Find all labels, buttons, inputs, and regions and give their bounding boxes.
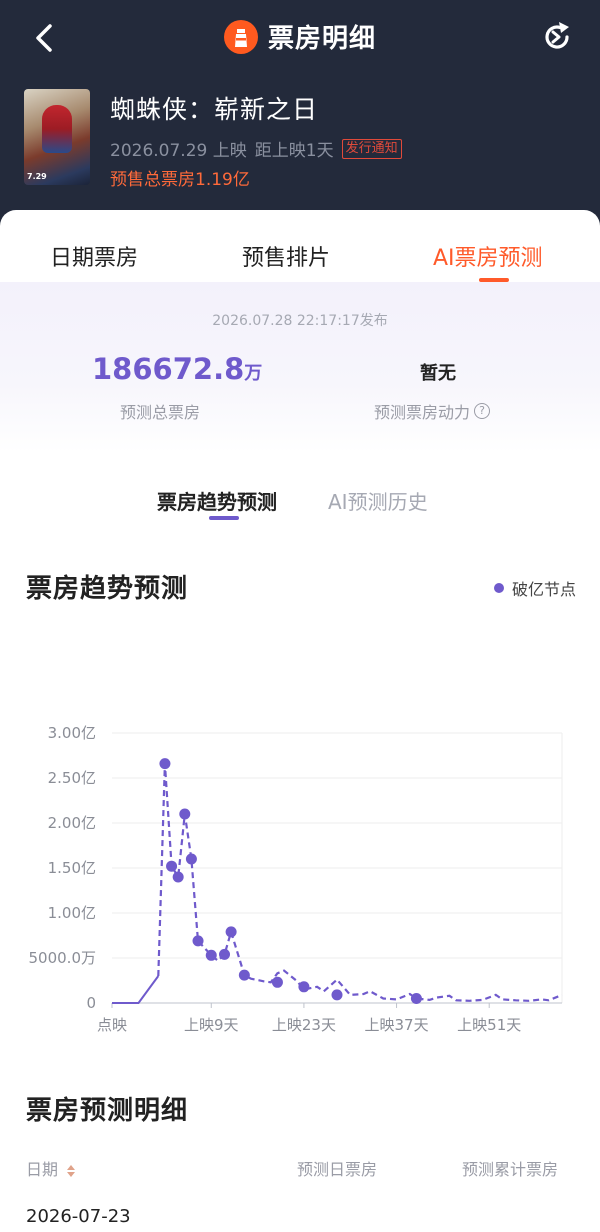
- trend-chart[interactable]: 0 5000.0万 1.00亿 1.50亿 2.00亿 2.50亿 3.00亿点映 上映9天 上…: [0, 705, 600, 1050]
- tab-ai-forecast[interactable]: AI票房预测: [433, 240, 543, 272]
- momentum-value: 暂无: [420, 363, 456, 384]
- sort-icon[interactable]: [67, 1164, 76, 1177]
- poster-figure: [42, 105, 72, 153]
- data-point: [331, 989, 343, 1001]
- data-point: [159, 758, 171, 770]
- release-date: 2026.07.29 上映: [110, 141, 247, 161]
- x-tick-label: 点映: [97, 1016, 127, 1034]
- main-tabs: 日期票房 预售排片 AI票房预测: [0, 210, 600, 282]
- movie-name: 蜘蛛侠：崭新之日: [110, 95, 319, 124]
- y-tick-label: 2.50亿: [48, 769, 96, 787]
- series-line-solid: [112, 975, 160, 1004]
- tab-daily-box-office[interactable]: 日期票房: [50, 240, 138, 272]
- data-point: [271, 976, 283, 988]
- page-title: 票房明细: [267, 24, 376, 54]
- data-point: [192, 935, 204, 947]
- momentum-label-row[interactable]: 预测票房动力 ?: [374, 399, 491, 423]
- y-tick-label: 0: [86, 994, 96, 1012]
- data-point: [172, 871, 184, 883]
- y-tick-label: 1.50亿: [48, 859, 96, 877]
- chart-legend[interactable]: 破亿节点: [493, 576, 576, 600]
- forecast-summary: 2026.07.28 22:17:17发布 186672.8万 预测总票房 暂无…: [0, 282, 600, 452]
- help-icon[interactable]: ?: [474, 403, 491, 419]
- presale-total: 预售总票房1.19亿: [110, 170, 250, 190]
- y-tick-label: 3.00亿: [48, 724, 96, 742]
- sub-tabs: 票房趋势预测 AI预测历史: [0, 482, 600, 522]
- tab-presale-schedule[interactable]: 预售排片: [242, 240, 330, 272]
- table-row-date: 2026-07-23: [26, 1206, 131, 1227]
- col-date-header[interactable]: 日期: [26, 1156, 76, 1180]
- data-point: [185, 853, 197, 865]
- forecast-total-value: 186672.8万: [92, 352, 262, 386]
- refresh-icon[interactable]: [540, 20, 574, 54]
- legend-marker: [493, 583, 504, 593]
- col-daily-header: 预测日票房: [297, 1160, 378, 1179]
- forecast-total-number: 186672.8: [92, 352, 245, 386]
- y-tick-label: 5000.0万: [29, 949, 97, 967]
- series-line-dashed: [157, 763, 563, 1002]
- publish-time: 2026.07.28 22:17:17发布: [212, 313, 388, 329]
- forecast-total-label: 预测总票房: [120, 403, 201, 422]
- top-header: 票房明细 7.29 蜘蛛侠：崭新之日 2026.07.29 上映 距上映1天 发…: [0, 0, 600, 230]
- lighthouse-logo-icon: [223, 19, 258, 54]
- trend-section-title: 票房趋势预测: [26, 574, 189, 604]
- x-tick-label: 上映37天: [365, 1016, 429, 1034]
- data-point: [238, 969, 250, 981]
- momentum-label: 预测票房动力: [374, 403, 471, 422]
- data-point: [166, 860, 178, 872]
- movie-poster[interactable]: 7.29: [24, 89, 90, 185]
- col-date-label: 日期: [26, 1160, 59, 1179]
- detail-section-title: 票房预测明细: [26, 1096, 189, 1126]
- content-card: 日期票房 预售排片 AI票房预测 2026.07.28 22:17:17发布 1…: [0, 210, 600, 1232]
- x-tick-label: 上映51天: [457, 1016, 521, 1034]
- movie-release-info: 2026.07.29 上映 距上映1天 发行通知: [110, 136, 402, 161]
- col-total-header: 预测累计票房: [462, 1160, 559, 1179]
- legend-label: 破亿节点: [511, 580, 576, 599]
- subtab-ai-history[interactable]: AI预测历史: [328, 486, 428, 515]
- data-point: [205, 949, 217, 961]
- y-tick-label: 2.00亿: [48, 814, 96, 832]
- x-tick-label: 上映9天: [184, 1016, 239, 1034]
- x-tick-label: 上映23天: [272, 1016, 336, 1034]
- data-point: [298, 981, 310, 993]
- subtab-trend[interactable]: 票房趋势预测: [157, 486, 277, 515]
- forecast-total-unit: 万: [244, 363, 263, 384]
- y-tick-label: 1.00亿: [48, 904, 96, 922]
- data-point: [410, 993, 422, 1004]
- data-point: [219, 948, 230, 960]
- data-point: [179, 808, 191, 820]
- poster-date-text: 7.29: [27, 172, 47, 181]
- countdown-text: 距上映1天: [254, 141, 334, 161]
- active-subtab-indicator: [209, 516, 239, 520]
- release-notice-badge[interactable]: 发行通知: [341, 138, 402, 159]
- data-point: [225, 926, 237, 938]
